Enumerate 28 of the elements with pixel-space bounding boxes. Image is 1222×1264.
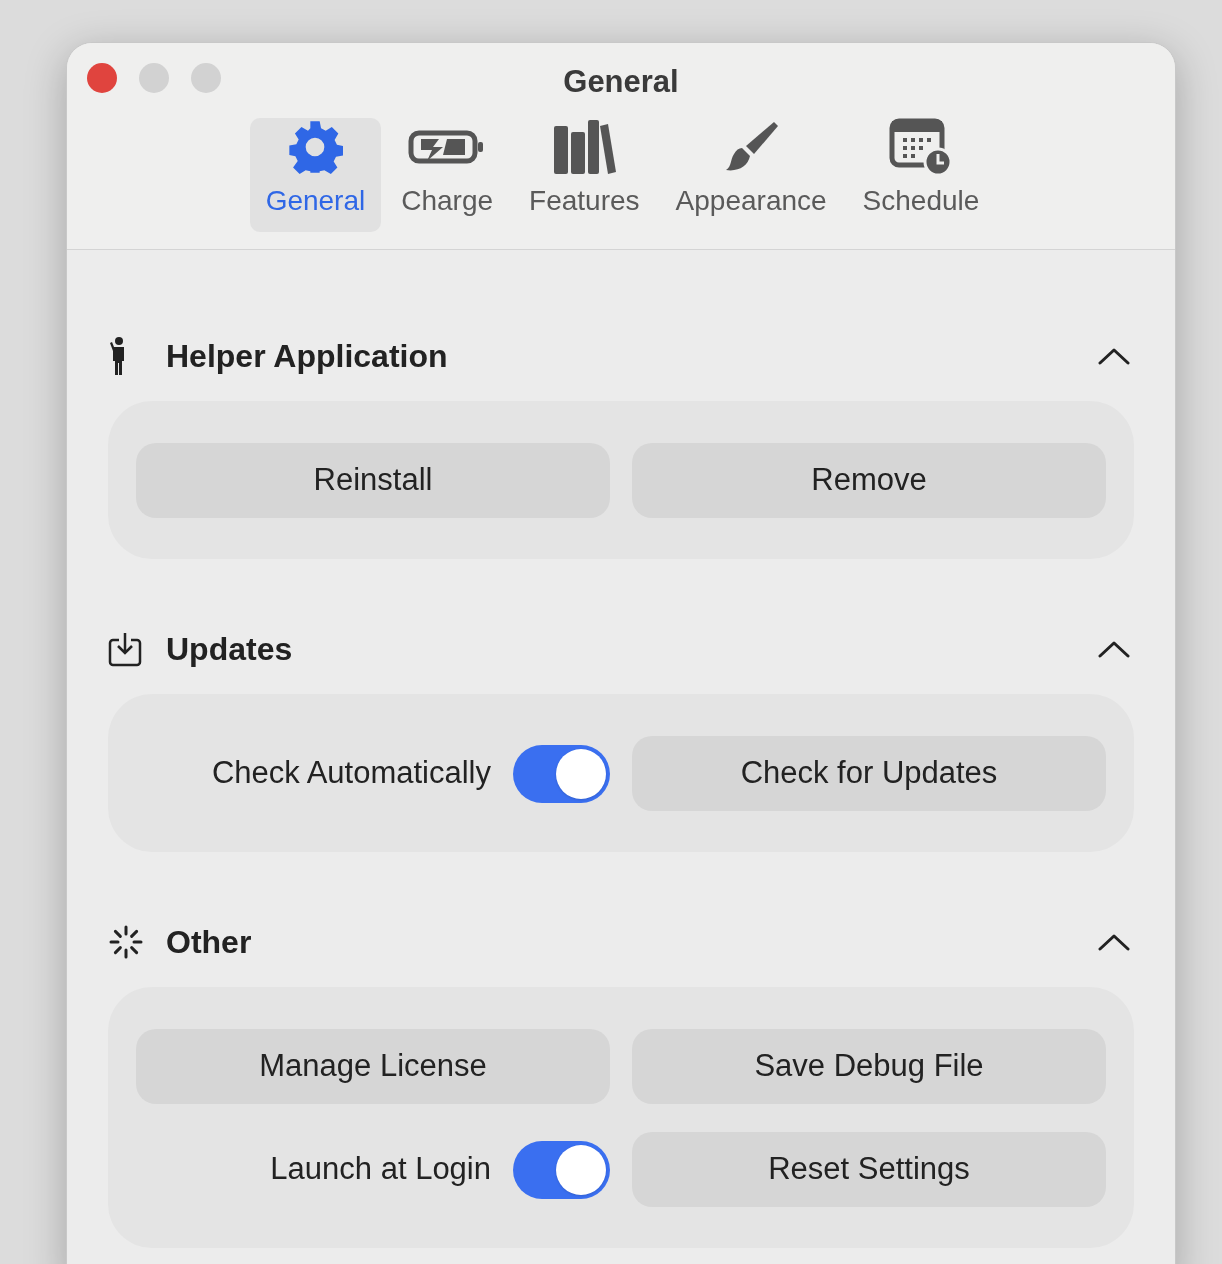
action-button[interactable]: Save Debug File — [632, 1029, 1106, 1104]
toggle-switch[interactable] — [513, 744, 610, 803]
action-button[interactable]: Reset Settings — [632, 1132, 1106, 1207]
toggle-label: Check Automatically — [211, 754, 491, 793]
toolbar-tab[interactable]: General — [249, 117, 382, 232]
toolbar-tab[interactable]: Charge — [385, 117, 510, 232]
chevron-icon[interactable] — [1098, 639, 1130, 659]
chevron-icon[interactable] — [1098, 346, 1130, 366]
toolbar-tab[interactable]: Features — [513, 117, 656, 232]
action-button[interactable]: Manage License — [136, 1029, 610, 1104]
section-title: Helper Application — [166, 337, 448, 376]
section-title: Updates — [166, 630, 293, 669]
gear-icon — [287, 118, 344, 175]
toggle-label: Launch at Login — [270, 1150, 491, 1189]
toggle-switch[interactable] — [513, 1140, 610, 1199]
section-title: Other — [166, 923, 252, 962]
action-button[interactable]: Reinstall — [136, 443, 610, 518]
calendar-clock-icon — [889, 117, 953, 176]
close-button[interactable] — [87, 63, 117, 93]
toolbar-tab[interactable]: Schedule — [846, 117, 996, 232]
window-title: General — [563, 63, 679, 101]
chevron-icon[interactable] — [1098, 932, 1130, 952]
spinner-icon — [108, 924, 144, 960]
download-icon — [108, 631, 142, 667]
action-button[interactable]: Remove — [632, 443, 1106, 518]
toolbar-tab[interactable]: Appearance — [659, 117, 843, 232]
books-icon — [552, 117, 617, 176]
action-button[interactable]: Check for Updates — [632, 736, 1106, 811]
